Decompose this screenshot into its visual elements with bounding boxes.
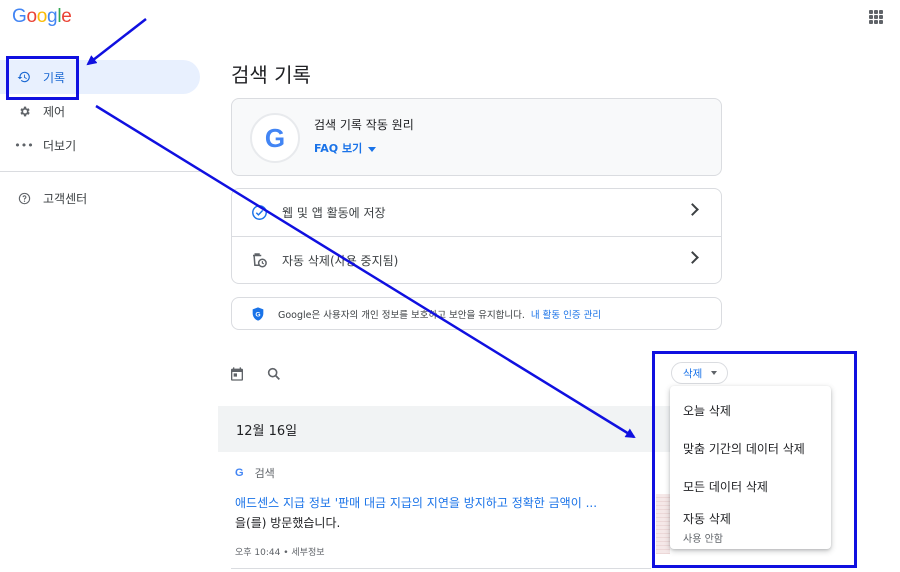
faq-link[interactable]: FAQ 보기	[314, 140, 377, 156]
setting-label: 웹 및 앱 활동에 저장	[282, 206, 386, 220]
logo-letter: G	[12, 6, 27, 27]
chevron-down-icon	[368, 146, 377, 152]
entry-text: 을(를) 방문했습니다.	[235, 516, 341, 530]
gear-icon	[17, 104, 31, 118]
info-card-title: 검색 기록 작동 원리	[314, 118, 414, 132]
entry-source: G 검색	[235, 465, 275, 481]
chevron-right-icon	[686, 203, 699, 216]
sidebar-item-label: 제어	[43, 104, 66, 119]
annotation-box-history	[6, 56, 79, 100]
search-icon[interactable]	[266, 366, 282, 386]
entry-source-label: 검색	[254, 467, 275, 480]
setting-label: 자동 삭제(사용 중지됨)	[282, 253, 399, 268]
help-circle-icon	[17, 191, 31, 205]
logo-letter: g	[47, 6, 58, 27]
divider	[231, 568, 651, 569]
chevron-right-icon	[686, 251, 699, 264]
settings-card: 웹 및 앱 활동에 저장 자동 삭제(사용 중지됨)	[231, 188, 722, 284]
sidebar-item-more[interactable]: ••• 더보기	[0, 128, 205, 162]
google-g-icon: G	[250, 113, 300, 163]
annotation-box-delete-menu	[652, 351, 857, 568]
logo-letter: e	[61, 6, 72, 27]
logo-letter: o	[26, 6, 37, 27]
sidebar-item-label: 더보기	[43, 138, 77, 153]
svg-text:G: G	[255, 311, 260, 318]
calendar-icon[interactable]	[229, 366, 245, 386]
sidebar-item-label: 고객센터	[43, 191, 88, 206]
date-header-label: 12월 16일	[236, 423, 298, 439]
google-logo[interactable]: Google	[12, 6, 72, 28]
entry-meta[interactable]: 오후 10:44 • 세부정보	[235, 545, 325, 558]
privacy-text: Google은 사용자의 개인 정보를 보호하고 보안을 유지합니다.	[278, 309, 525, 321]
page-title: 검색 기록	[231, 63, 311, 87]
faq-link-label: FAQ 보기	[314, 142, 363, 155]
logo-letter: o	[36, 6, 48, 27]
setting-row-auto-delete[interactable]: 자동 삭제(사용 중지됨)	[232, 236, 721, 283]
shield-icon: G	[250, 306, 266, 322]
auto-delete-icon	[250, 251, 268, 269]
apps-grid-icon[interactable]	[869, 10, 883, 24]
date-header: 12월 16일	[218, 406, 718, 452]
google-g-icon: G	[235, 467, 244, 479]
more-horiz-icon: •••	[14, 138, 34, 152]
setting-row-web-app-activity[interactable]: 웹 및 앱 활동에 저장	[232, 189, 721, 236]
sidebar-item-help[interactable]: 고객센터	[0, 181, 205, 215]
annotation-arrow	[86, 18, 147, 66]
privacy-card: G Google은 사용자의 개인 정보를 보호하고 보안을 유지합니다. 내 …	[231, 297, 722, 330]
info-card: G 검색 기록 작동 원리 FAQ 보기	[231, 98, 722, 176]
activity-verification-link[interactable]: 내 활동 인증 관리	[531, 307, 601, 321]
sidebar-divider	[0, 171, 200, 172]
check-circle-icon	[250, 204, 268, 222]
entry-link[interactable]: 애드센스 지급 정보 '판매 대금 지급의 지연을 방지하고 정확한 금액이 .…	[235, 494, 597, 511]
